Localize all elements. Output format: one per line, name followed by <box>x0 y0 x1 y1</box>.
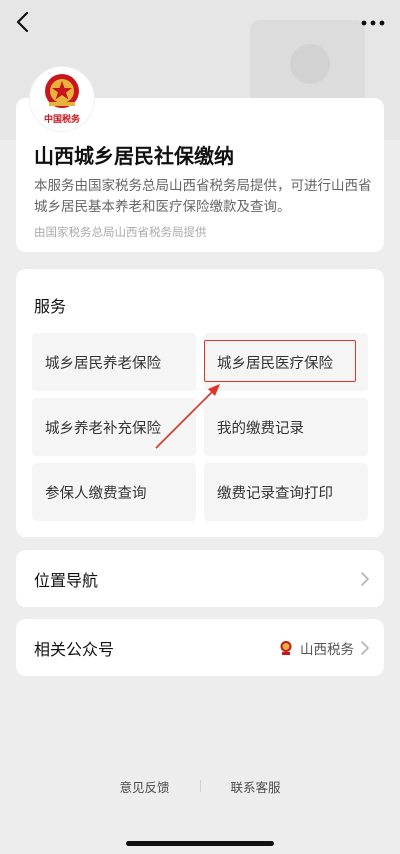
home-indicator[interactable] <box>126 841 274 846</box>
chevron-right-icon <box>361 571 369 586</box>
service-provider: 由国家税务总局山西省税务局提供 <box>34 225 207 239</box>
background-decoration <box>290 44 330 84</box>
service-description: 本服务由国家税务总局山西省税务局提供，可进行山西省城乡居民基本养老和医疗保险缴款… <box>34 178 372 215</box>
tax-emblem-icon: 中国税务 <box>44 74 81 125</box>
location-navigation-label: 位置导航 <box>34 570 99 590</box>
services-heading: 服务 <box>34 297 67 316</box>
svg-text:中国税务: 中国税务 <box>44 113 81 125</box>
annotation-arrow-icon <box>155 384 220 449</box>
contact-service-link[interactable]: 联系客服 <box>231 777 281 796</box>
footer: 意见反馈 联系客服 <box>0 776 400 796</box>
service-payment-record-print[interactable]: 缴费记录查询打印 <box>204 463 368 521</box>
service-title: 山西城乡居民社保缴纳 <box>34 144 234 168</box>
more-dots-icon[interactable] <box>360 10 386 36</box>
chevron-right-icon <box>361 640 369 655</box>
related-account-label: 相关公众号 <box>34 639 115 659</box>
tax-emblem-logo: 中国税务 <box>30 67 94 131</box>
location-navigation-row[interactable]: 位置导航 <box>16 550 384 607</box>
footer-divider <box>199 780 201 792</box>
service-insured-payment-query[interactable]: 参保人缴费查询 <box>32 463 196 521</box>
back-arrow-icon[interactable] <box>10 8 38 36</box>
feedback-link[interactable]: 意见反馈 <box>119 777 169 796</box>
related-account-name: 山西税务 <box>300 641 354 658</box>
tax-emblem-icon <box>280 640 292 655</box>
related-account-row[interactable]: 相关公众号 山西税务 <box>16 619 384 676</box>
nav-bar <box>0 0 400 46</box>
